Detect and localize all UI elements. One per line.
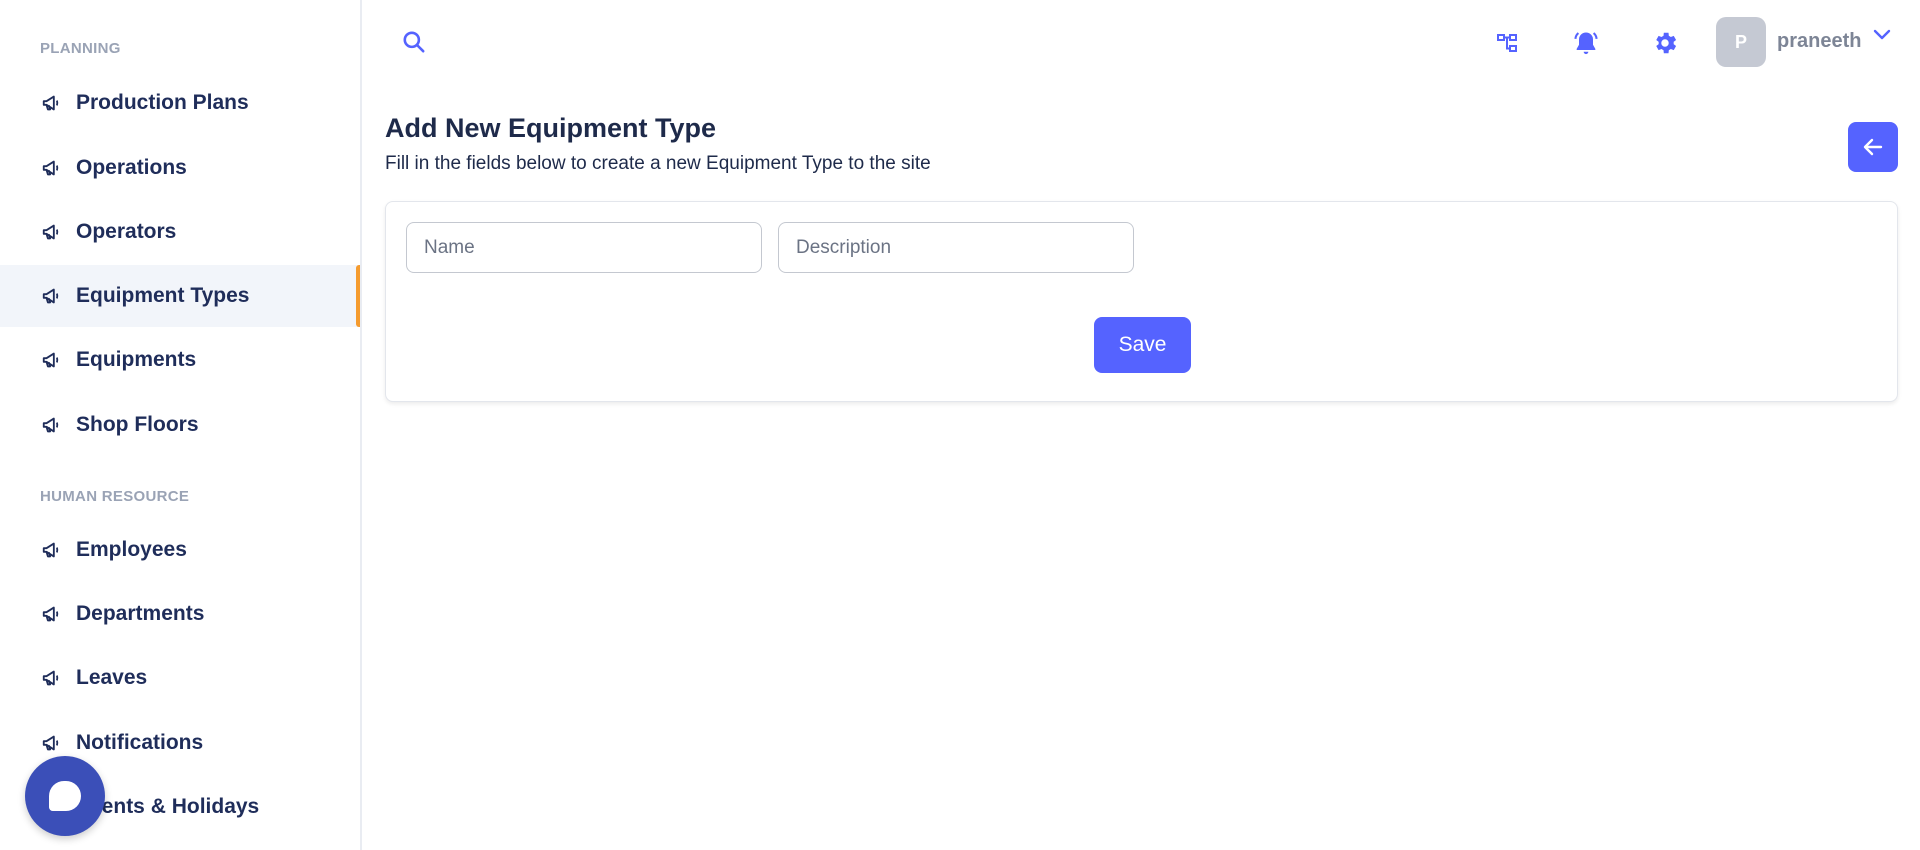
sidebar-item-employees[interactable]: Employees xyxy=(0,519,360,581)
gear-icon xyxy=(1656,32,1677,54)
section-title-planning: PLANNING xyxy=(40,40,121,57)
sidebar-item-departments[interactable]: Departments xyxy=(0,583,360,645)
equipment-type-form: Save xyxy=(385,201,1898,402)
sidebar-item-equipment-types[interactable]: Equipment Types xyxy=(0,265,360,327)
avatar[interactable]: P xyxy=(1716,17,1766,67)
sidebar-item-equipments[interactable]: Equipments xyxy=(0,329,360,391)
megaphone-icon xyxy=(40,220,64,244)
megaphone-icon xyxy=(40,602,64,626)
sidebar-item-label: Production Plans xyxy=(76,91,249,114)
chat-icon xyxy=(49,781,81,811)
sidebar-item-leaves[interactable]: Leaves xyxy=(0,647,360,709)
sidebar-item-label: Equipments xyxy=(76,348,197,371)
sidebar-item-operations[interactable]: Operations xyxy=(0,137,360,199)
sidebar-item-label: Departments xyxy=(76,602,205,625)
name-input[interactable] xyxy=(406,222,762,273)
sidebar: PLANNING Production Plans Operations Ope… xyxy=(0,0,362,850)
page-title: Add New Equipment Type xyxy=(385,113,717,143)
bell-icon xyxy=(1574,32,1598,55)
sidebar-item-shop-floors[interactable]: Shop Floors xyxy=(0,394,360,456)
user-menu-toggle[interactable] xyxy=(1872,28,1894,46)
page-subtitle: Fill in the fields below to create a new… xyxy=(385,153,931,174)
search-icon xyxy=(403,31,425,53)
chat-launcher-button[interactable] xyxy=(25,756,105,836)
sidebar-item-label: Operators xyxy=(76,220,177,243)
org-chart-button[interactable] xyxy=(1490,26,1524,60)
sidebar-item-label: Equipment Types xyxy=(76,284,250,307)
sidebar-item-label: Operations xyxy=(76,156,187,179)
section-title-human-resource: HUMAN RESOURCE xyxy=(40,488,190,505)
sidebar-item-production-plans[interactable]: Production Plans xyxy=(0,72,360,134)
sidebar-item-label: Leaves xyxy=(76,666,148,689)
megaphone-icon xyxy=(40,731,64,755)
save-button[interactable]: Save xyxy=(1094,317,1191,373)
org-chart-icon xyxy=(1497,34,1517,52)
arrow-left-icon xyxy=(1863,138,1883,156)
megaphone-icon xyxy=(40,91,64,115)
search-button[interactable] xyxy=(398,26,430,58)
megaphone-icon xyxy=(40,413,64,437)
description-input[interactable] xyxy=(778,222,1134,273)
back-button[interactable] xyxy=(1848,122,1898,172)
sidebar-item-label: Shop Floors xyxy=(76,413,199,436)
sidebar-item-operators[interactable]: Operators xyxy=(0,201,360,263)
megaphone-icon xyxy=(40,348,64,372)
megaphone-icon xyxy=(40,284,64,308)
username[interactable]: praneeth xyxy=(1777,30,1861,53)
megaphone-icon xyxy=(40,156,64,180)
sidebar-item-label: Notifications xyxy=(76,731,204,754)
chevron-down-icon xyxy=(1873,29,1891,40)
settings-button[interactable] xyxy=(1648,26,1682,60)
notifications-button[interactable] xyxy=(1569,26,1603,60)
sidebar-item-label: Employees xyxy=(76,538,187,561)
megaphone-icon xyxy=(40,666,64,690)
megaphone-icon xyxy=(40,538,64,562)
topbar: P praneeth xyxy=(364,0,1920,84)
